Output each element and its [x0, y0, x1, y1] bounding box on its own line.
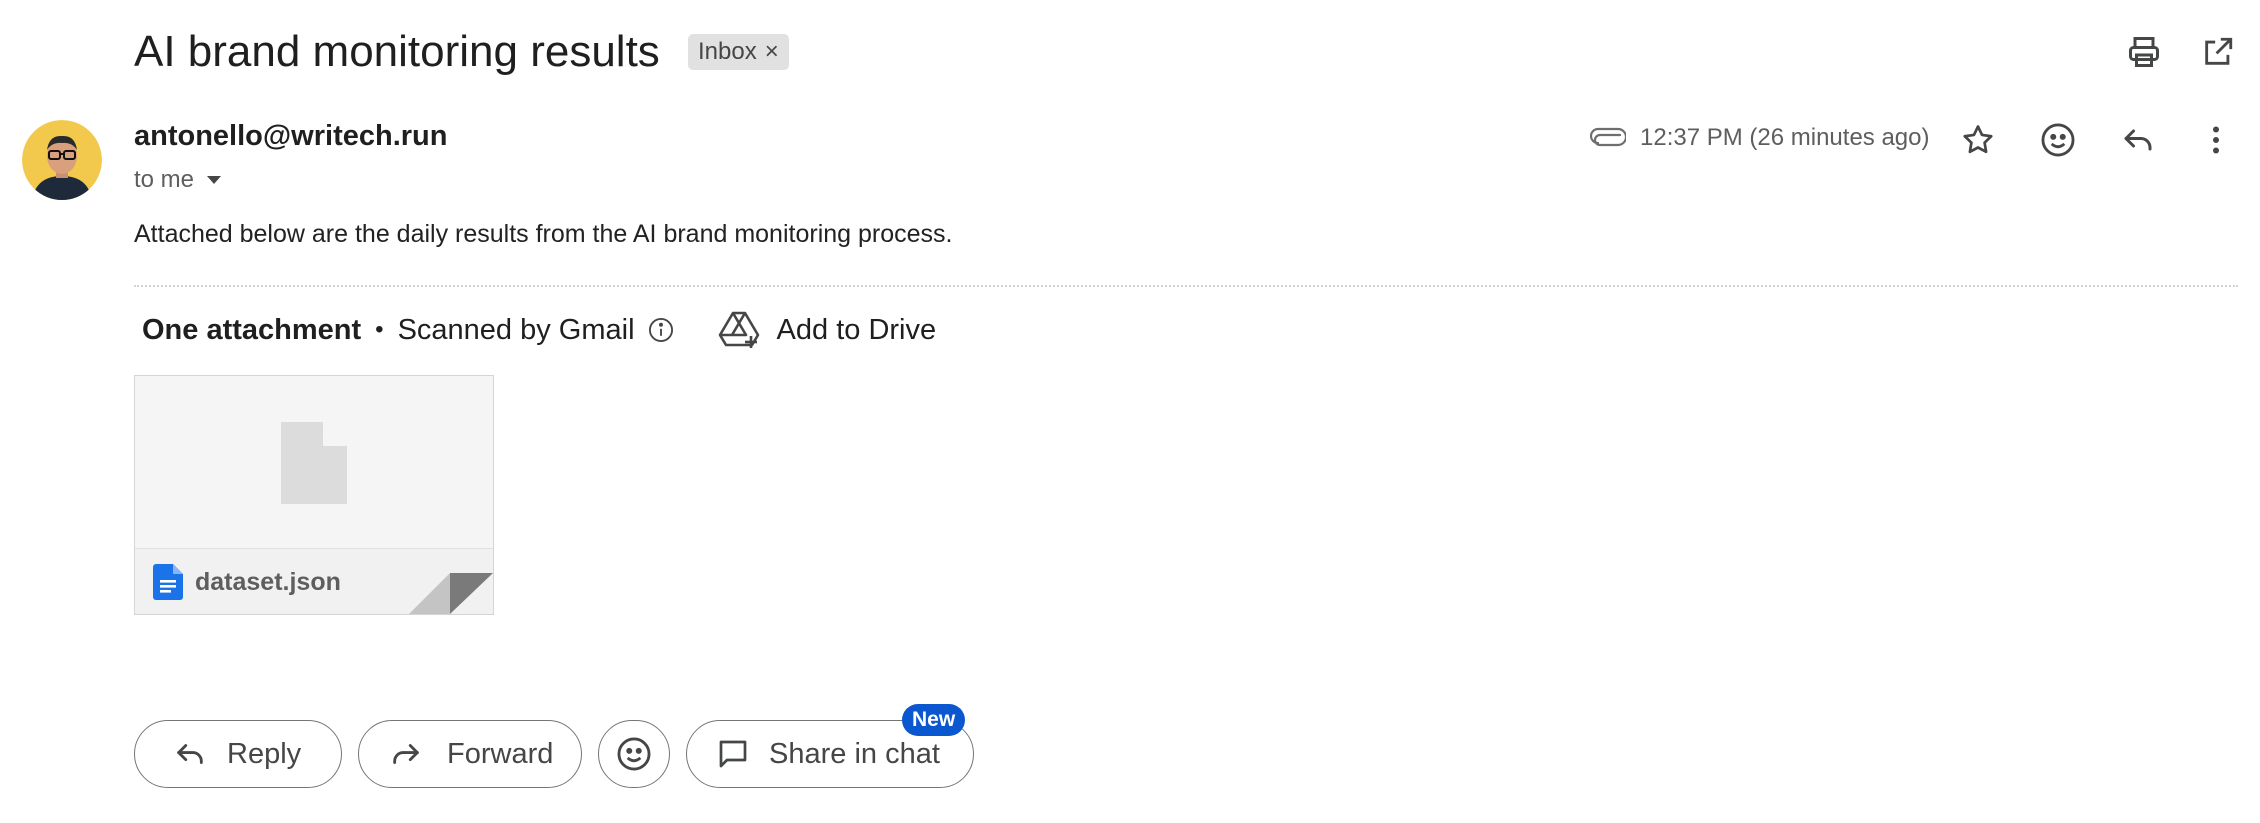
emoji-reaction-button[interactable] [598, 720, 670, 788]
print-all-button[interactable] [2122, 30, 2166, 74]
recipient-details-toggle[interactable]: to me [134, 166, 222, 194]
sender-address[interactable]: antonello@writech.run [134, 120, 447, 153]
google-docs-icon [153, 564, 183, 600]
forward-icon [393, 744, 419, 764]
recipient-line: to me [134, 166, 195, 193]
message-timestamp: 12:37 PM (26 minutes ago) [1590, 124, 1930, 152]
attachment-count: One attachment [142, 313, 362, 346]
star-icon [1963, 125, 1993, 154]
more-options-button[interactable] [2190, 114, 2242, 166]
label-name: Inbox [698, 38, 757, 65]
reply-button[interactable]: Reply [134, 720, 342, 788]
page-curl-corner [409, 573, 493, 614]
print-icon [2129, 37, 2159, 67]
emoji-icon [617, 737, 651, 771]
emoji-icon [2041, 123, 2075, 157]
scan-info-button[interactable] [647, 316, 675, 344]
attachment-divider [134, 285, 2238, 287]
add-to-drive-button[interactable]: Add to Drive [717, 310, 937, 350]
avatar-image [22, 120, 102, 200]
info-icon [648, 317, 673, 343]
scanned-by-gmail: Scanned by Gmail [397, 313, 635, 346]
open-in-new-window-icon [2205, 37, 2233, 65]
sender-avatar[interactable] [22, 120, 102, 200]
share-in-chat-label: Share in chat [769, 737, 940, 770]
add-to-drive-label: Add to Drive [776, 313, 937, 346]
reply-label: Reply [227, 737, 302, 770]
caret-down-icon [207, 176, 222, 184]
drive-add-icon [718, 311, 759, 348]
chat-icon [719, 740, 747, 768]
timestamp-text: 12:37 PM (26 minutes ago) [1640, 124, 1930, 151]
attachment-header: One attachment • Scanned by Gmail Add to… [142, 308, 936, 352]
inbox-label-chip[interactable]: Inbox × [688, 34, 789, 70]
new-badge: New [902, 704, 966, 736]
add-reaction-button[interactable] [2032, 114, 2084, 166]
remove-label-button[interactable]: × [765, 40, 779, 64]
paperclip-icon [1590, 127, 1626, 147]
reply-icon [177, 744, 203, 764]
more-vert-icon [2213, 126, 2219, 154]
reply-header-button[interactable] [2112, 114, 2164, 166]
email-body: Attached below are the daily results fro… [134, 220, 953, 248]
forward-button[interactable]: Forward [358, 720, 582, 788]
attachment-filename: dataset.json [195, 567, 341, 596]
file-preview-icon [281, 422, 347, 504]
star-button[interactable] [1952, 114, 2004, 166]
separator-dot: • [375, 316, 384, 343]
open-in-new-window-button[interactable] [2196, 30, 2240, 74]
reply-icon [2124, 129, 2152, 151]
email-subject: AI brand monitoring results [134, 27, 660, 76]
forward-label: Forward [447, 737, 554, 770]
attachment-card[interactable]: dataset.json [134, 375, 494, 615]
